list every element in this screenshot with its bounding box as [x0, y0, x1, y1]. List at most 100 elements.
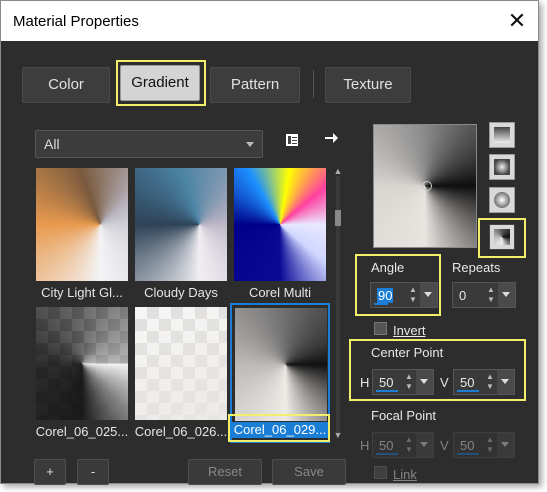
- link-label: Link: [393, 467, 417, 482]
- remove-gradient-button[interactable]: -: [77, 459, 109, 485]
- gradient-preview[interactable]: [373, 124, 477, 248]
- add-gradient-button[interactable]: +: [34, 459, 66, 485]
- focal-v-spinner[interactable]: 50 ▲ ▼: [453, 432, 515, 458]
- center-h-dropdown[interactable]: [416, 370, 433, 394]
- close-icon[interactable]: ✕: [501, 7, 533, 35]
- arrow-down-icon[interactable]: ▼: [484, 382, 496, 392]
- angle-spinner[interactable]: 90 ▲ ▼: [370, 282, 438, 308]
- center-h-level-bar: [376, 390, 398, 392]
- center-h-value[interactable]: 50: [379, 375, 393, 390]
- tab-gradient[interactable]: Gradient: [120, 65, 200, 101]
- gradient-label: City Light Gl...: [41, 285, 123, 300]
- link-checkbox[interactable]: [374, 466, 387, 479]
- arrow-down-icon[interactable]: ▼: [407, 295, 419, 305]
- repeats-value[interactable]: 0: [459, 288, 466, 303]
- gradient-swatch: [135, 168, 227, 281]
- arrow-up-icon[interactable]: ▲: [485, 285, 497, 295]
- focal-h-spinner[interactable]: 50 ▲ ▼: [372, 432, 434, 458]
- chevron-down-icon: [502, 292, 510, 297]
- gradient-label: Cloudy Days: [144, 285, 218, 300]
- tab-texture[interactable]: Texture: [325, 67, 411, 103]
- gradient-label: Corel Multi: [248, 285, 312, 300]
- scroll-down-icon[interactable]: ▼: [333, 430, 343, 440]
- linear-style-icon: [494, 127, 510, 143]
- tab-color[interactable]: Color: [22, 67, 110, 103]
- arrow-up-icon[interactable]: ▲: [407, 285, 419, 295]
- focal-h-dropdown[interactable]: [416, 433, 433, 457]
- repeats-stepper[interactable]: ▲ ▼: [485, 285, 497, 305]
- center-v-stepper[interactable]: ▲ ▼: [484, 372, 496, 392]
- arrow-down-icon[interactable]: ▼: [403, 382, 415, 392]
- focal-h-value[interactable]: 50: [379, 438, 393, 453]
- list-item[interactable]: Corel_06_025...: [34, 305, 130, 441]
- rectangular-style-button[interactable]: [489, 154, 515, 180]
- gradient-swatch: [235, 308, 327, 421]
- gradient-swatch: [36, 168, 128, 281]
- arrow-up-icon[interactable]: ▲: [403, 372, 415, 382]
- save-button[interactable]: Save: [272, 459, 346, 485]
- focal-h-stepper[interactable]: ▲ ▼: [403, 435, 415, 455]
- focal-v-level-bar: [457, 453, 479, 455]
- tab-separator: [313, 70, 314, 98]
- arrow-down-icon[interactable]: ▼: [403, 445, 415, 455]
- radial-style-icon: [494, 229, 510, 245]
- arrow-right-icon[interactable]: [321, 130, 341, 150]
- focal-h-label: H: [360, 438, 370, 453]
- list-item[interactable]: Cloudy Days: [133, 166, 229, 302]
- arrow-down-icon[interactable]: ▼: [485, 295, 497, 305]
- list-item[interactable]: Corel_06_026...: [133, 305, 229, 441]
- tab-pattern[interactable]: Pattern: [210, 67, 300, 103]
- gradient-label: Corel_06_026...: [134, 424, 228, 439]
- chevron-down-icon: [501, 379, 509, 384]
- arrow-up-icon[interactable]: ▲: [403, 435, 415, 445]
- gradient-swatch: [135, 307, 227, 420]
- chevron-down-icon: [420, 442, 428, 447]
- list-item[interactable]: City Light Gl...: [34, 166, 130, 302]
- arrow-up-icon[interactable]: ▲: [484, 435, 496, 445]
- center-v-dropdown[interactable]: [497, 370, 514, 394]
- center-v-label: V: [440, 375, 449, 390]
- angle-dropdown[interactable]: [420, 283, 437, 307]
- center-v-level-bar: [457, 390, 479, 392]
- gradient-list-scrollbar[interactable]: ▲ ▼: [332, 166, 344, 442]
- chevron-down-icon: [420, 379, 428, 384]
- focal-v-label: V: [440, 438, 449, 453]
- angle-level-bar: [374, 303, 388, 305]
- gradient-list: City Light Gl... Cloudy Days Corel Multi…: [34, 166, 330, 443]
- center-h-spinner[interactable]: 50 ▲ ▼: [372, 369, 434, 395]
- focal-point-label: Focal Point: [371, 408, 437, 423]
- rectangular-style-icon: [494, 159, 510, 175]
- repeats-spinner[interactable]: 0 ▲ ▼: [452, 282, 516, 308]
- scroll-up-icon[interactable]: ▲: [333, 166, 343, 176]
- invert-label: Invert: [393, 323, 426, 338]
- center-point-marker-icon[interactable]: [422, 181, 432, 191]
- angle-stepper[interactable]: ▲ ▼: [407, 285, 419, 305]
- linear-style-button[interactable]: [489, 122, 515, 148]
- arrow-down-icon[interactable]: ▼: [484, 445, 496, 455]
- focal-v-stepper[interactable]: ▲ ▼: [484, 435, 496, 455]
- gradient-label: Corel_06_025...: [35, 424, 129, 439]
- radial-style-button[interactable]: [489, 224, 515, 250]
- chevron-down-icon: [424, 292, 432, 297]
- list-item[interactable]: Corel_06_029...: [230, 303, 330, 443]
- center-h-stepper[interactable]: ▲ ▼: [403, 372, 415, 392]
- invert-checkbox[interactable]: [374, 322, 387, 335]
- chevron-down-icon: [501, 442, 509, 447]
- center-v-value[interactable]: 50: [460, 375, 474, 390]
- center-v-spinner[interactable]: 50 ▲ ▼: [453, 369, 515, 395]
- scroll-thumb[interactable]: [335, 210, 341, 226]
- list-item[interactable]: Corel Multi: [232, 166, 328, 302]
- focal-v-value[interactable]: 50: [460, 438, 474, 453]
- arrow-up-icon[interactable]: ▲: [484, 372, 496, 382]
- category-select[interactable]: All: [35, 130, 263, 158]
- preset-options-icon[interactable]: [282, 132, 302, 152]
- reset-button[interactable]: Reset: [188, 459, 262, 485]
- gradient-swatch: [234, 168, 326, 281]
- angle-value[interactable]: 90: [377, 288, 394, 303]
- repeats-dropdown[interactable]: [498, 283, 515, 307]
- gradient-label: Corel_06_029...: [232, 422, 328, 438]
- focal-h-level-bar: [376, 453, 398, 455]
- dialog-title: Material Properties: [13, 13, 139, 30]
- focal-v-dropdown[interactable]: [497, 433, 514, 457]
- sunburst-style-button[interactable]: [489, 187, 515, 213]
